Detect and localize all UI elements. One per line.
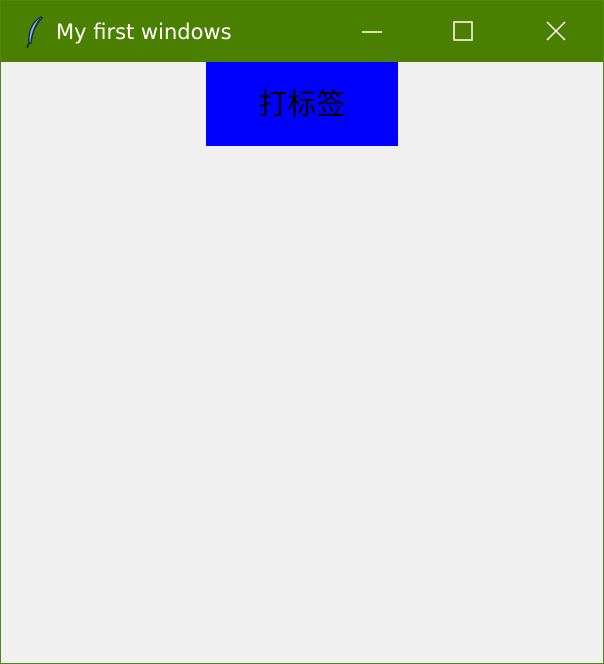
- feather-icon: [23, 15, 47, 49]
- main-window: My first windows 打标签: [0, 0, 604, 664]
- maximize-button[interactable]: [418, 1, 510, 62]
- minimize-button[interactable]: [326, 1, 418, 62]
- close-button[interactable]: [510, 1, 602, 62]
- window-title: My first windows: [56, 20, 232, 44]
- close-icon: [546, 21, 566, 41]
- minimize-icon: [362, 31, 382, 33]
- tag-label-text: 打标签: [258, 86, 346, 121]
- maximize-icon: [453, 21, 473, 41]
- title-bar[interactable]: My first windows: [1, 1, 603, 62]
- tag-label: 打标签: [206, 62, 398, 146]
